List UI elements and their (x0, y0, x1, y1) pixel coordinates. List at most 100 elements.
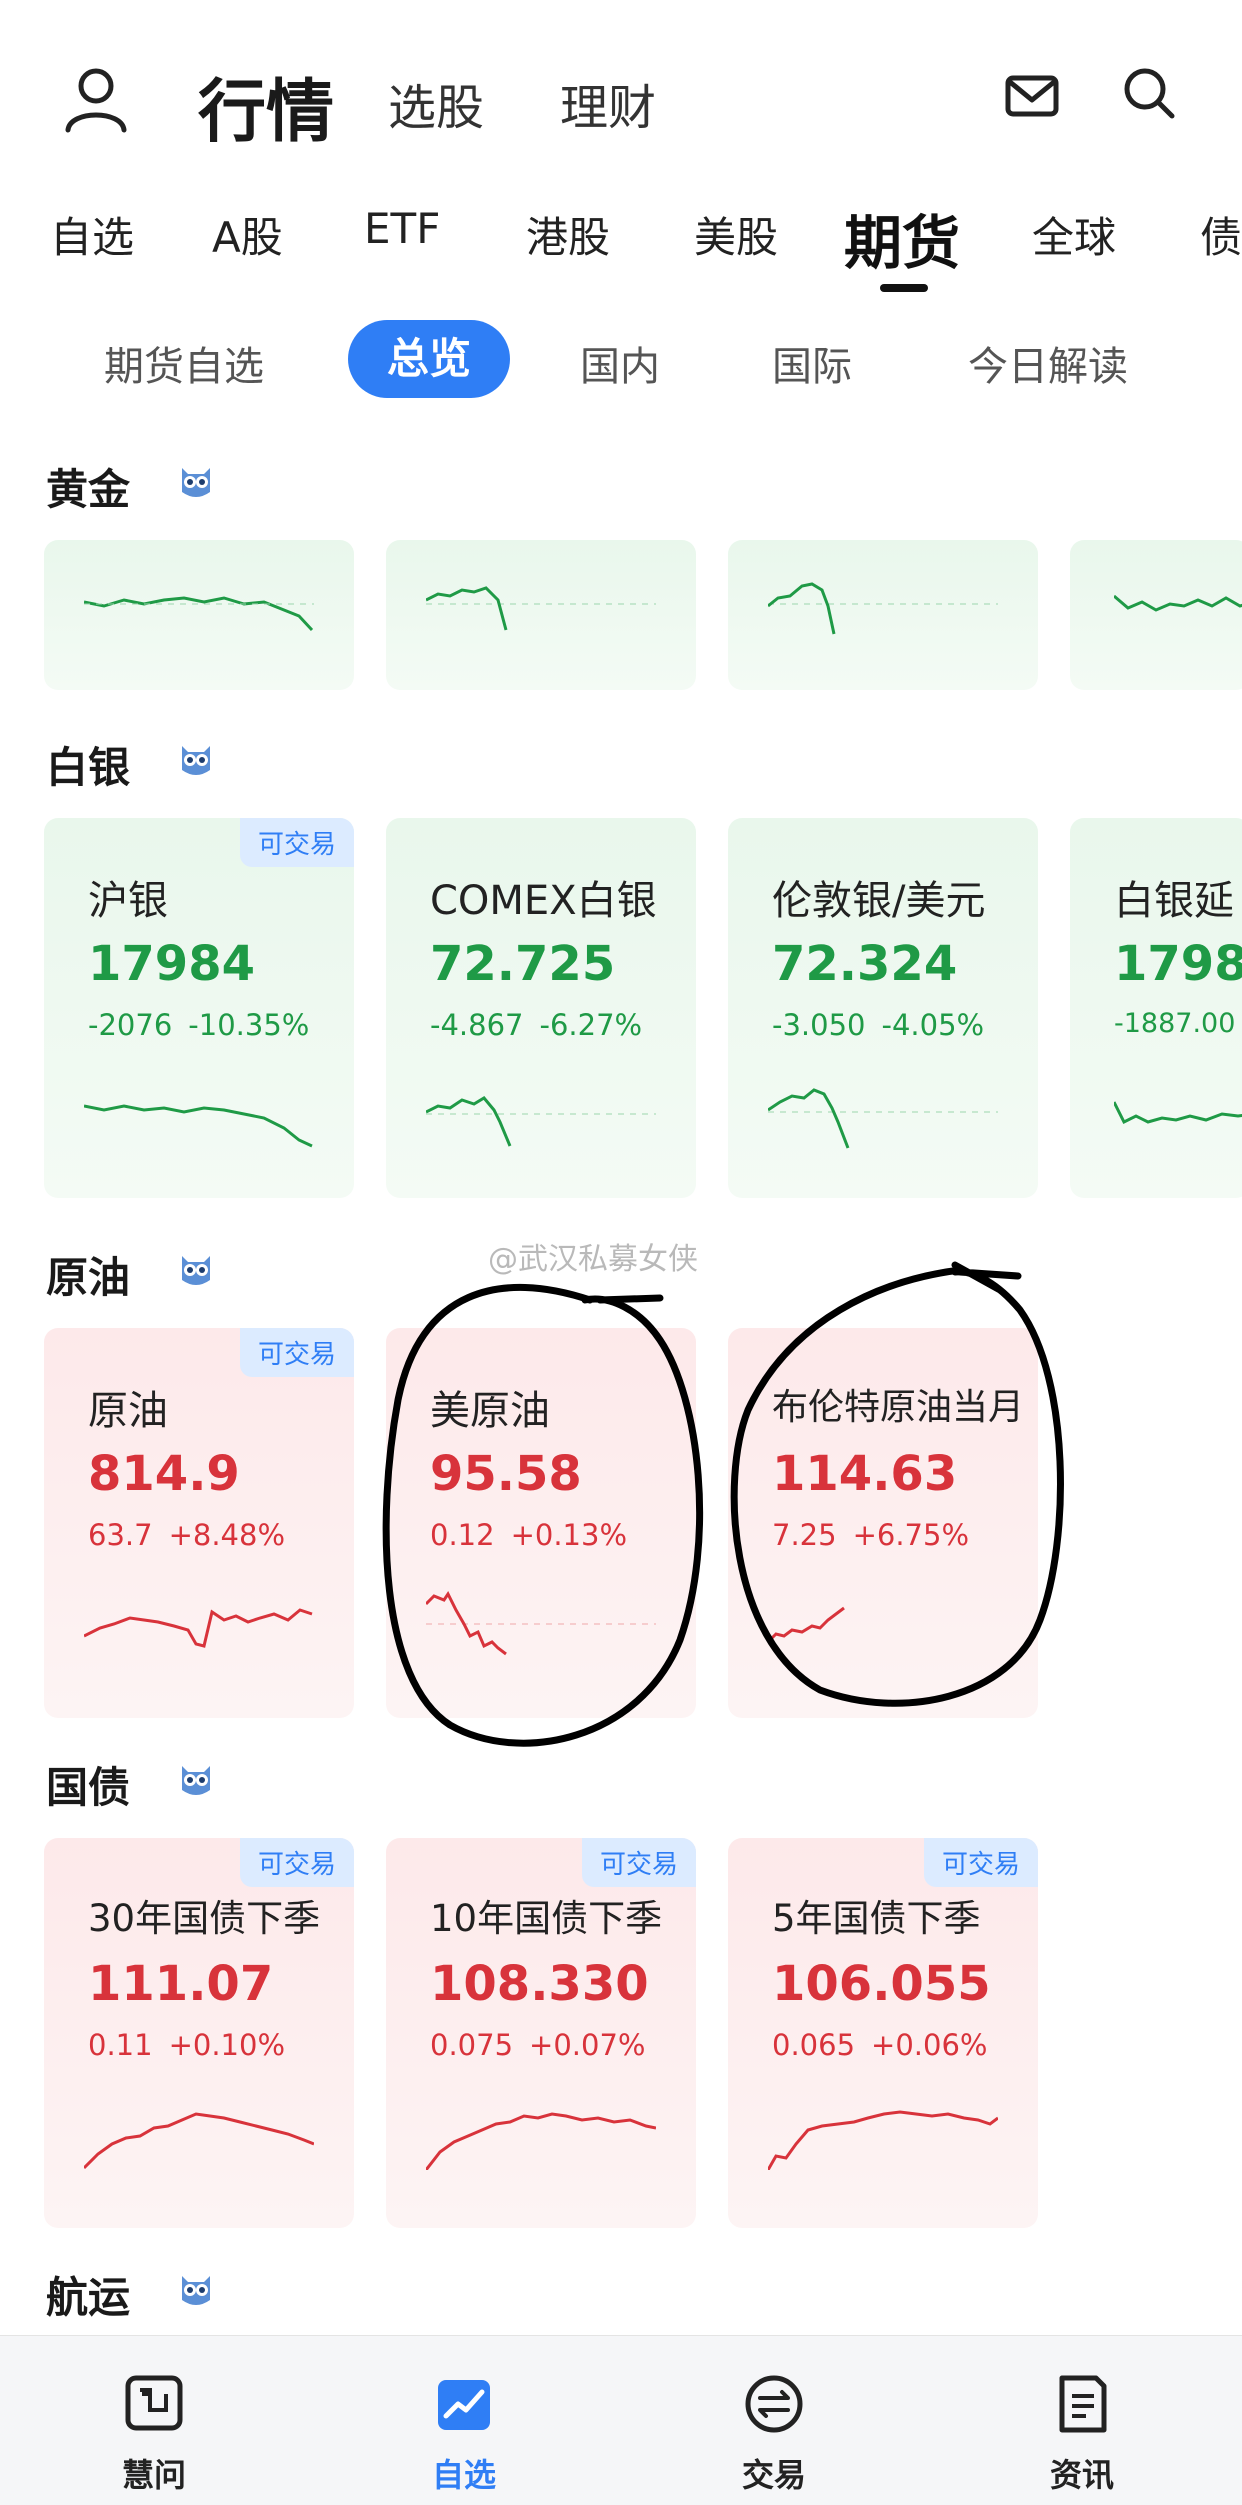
top-header: 行情 选股 理财 (0, 0, 1242, 190)
gold-card-1[interactable] (44, 540, 354, 690)
tab-a-shares[interactable]: A股 (212, 204, 283, 265)
nav-label: 自选 (431, 2456, 496, 2494)
gold-card-4[interactable] (1070, 540, 1242, 690)
crude-card-wti[interactable]: 美原油 95.58 0.12 +0.13% (386, 1328, 696, 1718)
tab-watchlist[interactable]: 自选 (50, 204, 134, 265)
card-price: 17984 (88, 936, 255, 992)
market-tabs: 自选 A股 ETF 港股 美股 期货 全球 债 (0, 196, 1242, 306)
tradeable-badge: 可交易 (239, 1328, 354, 1377)
card-price: 17980 (1114, 936, 1242, 992)
search-icon[interactable] (1120, 64, 1178, 122)
nav-wealth[interactable]: 理财 (560, 68, 656, 138)
silver-card-london[interactable]: 伦敦银/美元 72.324 -3.050 -4.05% (728, 818, 1038, 1198)
card-change: -2076 -10.35% (88, 1008, 310, 1042)
card-name: COMEX白银 (430, 878, 657, 924)
tradeable-badge: 可交易 (923, 1838, 1038, 1887)
section-title-silver: 白银 (46, 743, 131, 792)
sparkline (426, 1096, 656, 1147)
card-name: 5年国债下季 (772, 1897, 981, 1940)
owl-icon[interactable] (176, 2270, 216, 2310)
card-change: -3.050 -4.05% (772, 1008, 985, 1042)
chart-icon (438, 2380, 490, 2430)
active-tab-indicator (880, 284, 928, 292)
card-price: 814.9 (88, 1446, 240, 1502)
card-change: -4.867 -6.27% (430, 1008, 643, 1042)
card-change: 0.075 +0.07% (430, 2028, 646, 2062)
section-title-gold: 黄金 (46, 465, 131, 514)
owl-icon[interactable] (176, 1250, 216, 1290)
silver-card-shanghai[interactable]: 可交易 沪银 17984 -2076 -10.35% (44, 818, 354, 1198)
sparkline (768, 582, 998, 635)
subtab-futures-watchlist[interactable]: 期货自选 (104, 334, 264, 392)
card-name: 白银延 (1114, 878, 1234, 924)
section-title-shipping: 航运 (46, 2273, 131, 2322)
sparkline (768, 2110, 998, 2170)
sparkline (84, 1608, 313, 1648)
card-name: 30年国债下季 (88, 1897, 321, 1940)
sparkline (1114, 1101, 1242, 1125)
card-price: 114.63 (772, 1446, 958, 1502)
ask-icon (125, 2375, 183, 2431)
bottom-nav: 慧问 自选 交易 资讯 (0, 2335, 1242, 2505)
tab-bonds[interactable]: 债 (1200, 204, 1242, 265)
tab-etf[interactable]: ETF (364, 204, 440, 253)
tab-us-stocks[interactable]: 美股 (694, 204, 778, 265)
exchange-icon (745, 2375, 803, 2433)
nav-watchlist[interactable]: 自选 (364, 2336, 564, 2505)
sparkline (84, 2112, 314, 2170)
nav-news[interactable]: 资讯 (982, 2336, 1182, 2505)
watermark: @武汉私募女侠 (488, 1242, 698, 1277)
user-avatar-icon[interactable] (60, 62, 132, 134)
owl-icon[interactable] (176, 1760, 216, 1800)
card-change: 0.11 +0.10% (88, 2028, 286, 2062)
card-change: 0.12 +0.13% (430, 1518, 628, 1552)
silver-card-comex[interactable]: COMEX白银 72.725 -4.867 -6.27% (386, 818, 696, 1198)
subtab-overview[interactable]: 总览 (348, 320, 510, 398)
card-name: 10年国债下季 (430, 1897, 663, 1940)
page-title[interactable]: 行情 (198, 56, 334, 155)
silver-card-deferred[interactable]: 白银延 17980 -1887.00 (1070, 818, 1242, 1198)
bond-card-10y[interactable]: 可交易 10年国债下季 108.330 0.075 +0.07% (386, 1838, 696, 2228)
sparkline (84, 1104, 313, 1148)
card-price: 72.725 (430, 936, 616, 992)
card-change: 63.7 +8.48% (88, 1518, 286, 1552)
sparkline (426, 1591, 656, 1656)
owl-icon[interactable] (176, 462, 216, 502)
tradeable-badge: 可交易 (239, 1838, 354, 1887)
bond-card-30y[interactable]: 可交易 30年国债下季 111.07 0.11 +0.10% (44, 1838, 354, 2228)
card-name: 美原油 (430, 1388, 550, 1434)
tab-global[interactable]: 全球 (1032, 204, 1116, 265)
subtab-domestic[interactable]: 国内 (580, 334, 660, 392)
mail-icon[interactable] (1004, 68, 1060, 124)
card-price: 95.58 (430, 1446, 582, 1502)
card-name: 沪银 (88, 878, 168, 924)
section-title-bonds: 国债 (46, 1763, 131, 1812)
nav-label: 资讯 (1049, 2456, 1114, 2494)
tab-hk-stocks[interactable]: 港股 (526, 204, 610, 265)
gold-card-3[interactable] (728, 540, 1038, 690)
nav-ask[interactable]: 慧问 (54, 2336, 254, 2505)
card-name: 伦敦银/美元 (772, 878, 986, 924)
tab-futures[interactable]: 期货 (844, 196, 960, 280)
bond-card-5y[interactable]: 可交易 5年国债下季 106.055 0.065 +0.06% (728, 1838, 1038, 2228)
card-price: 72.324 (772, 936, 958, 992)
sub-tabs: 期货自选 总览 国内 国际 今日解读 (0, 320, 1242, 400)
card-price: 111.07 (88, 1956, 274, 2012)
card-price: 106.055 (772, 1956, 991, 2012)
news-icon (1059, 2375, 1107, 2433)
section-title-crude: 原油 (46, 1253, 131, 1302)
tradeable-badge: 可交易 (239, 818, 354, 867)
crude-card-brent[interactable]: 布伦特原油当月 114.63 7.25 +6.75% (728, 1328, 1038, 1718)
nav-label: 交易 (741, 2456, 806, 2494)
gold-card-2[interactable] (386, 540, 696, 690)
sparkline (84, 596, 314, 632)
sparkline (426, 2112, 656, 2170)
nav-stock-picker[interactable]: 选股 (388, 68, 484, 138)
owl-icon[interactable] (176, 740, 216, 780)
subtab-daily-interpretation[interactable]: 今日解读 (968, 334, 1128, 392)
sparkline (768, 1606, 845, 1644)
crude-card-sc[interactable]: 可交易 原油 814.9 63.7 +8.48% (44, 1328, 354, 1718)
card-price: 108.330 (430, 1956, 649, 2012)
nav-trade[interactable]: 交易 (674, 2336, 874, 2505)
subtab-international[interactable]: 国际 (772, 334, 852, 392)
